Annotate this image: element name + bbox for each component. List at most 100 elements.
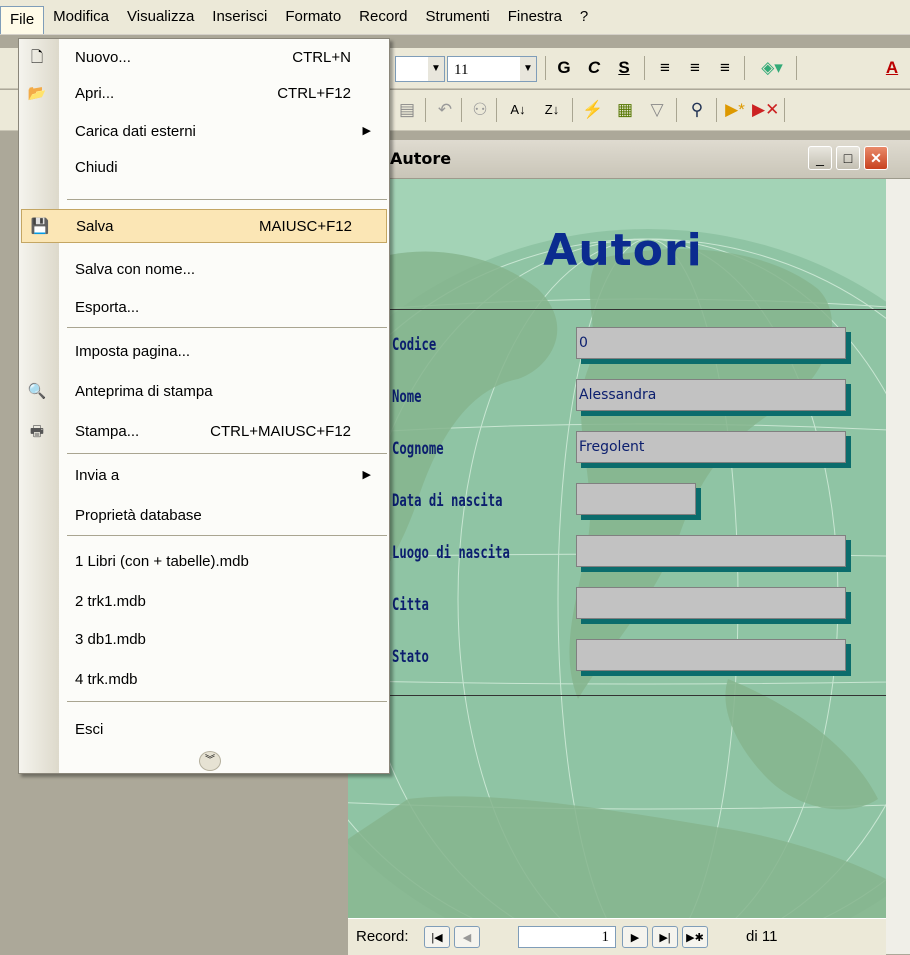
form-title-bar[interactable]: Autore _ □ ✕	[348, 140, 910, 179]
menu-strumenti[interactable]: Strumenti	[417, 4, 499, 30]
delete-record-icon[interactable]: ▶✕	[752, 98, 779, 122]
chevron-down-icon[interactable]: ▼	[428, 57, 444, 81]
menu-help[interactable]: ?	[571, 4, 597, 30]
menu-separator	[67, 199, 387, 200]
toolbar-separator	[461, 98, 462, 122]
sort-ascending-icon[interactable]: A↓	[504, 98, 532, 122]
new-record-nav-icon[interactable]: ▶✱	[682, 926, 708, 948]
menu-formato[interactable]: Formato	[276, 4, 350, 30]
menu-item-shortcut: CTRL+F12	[277, 85, 351, 102]
font-name-combo[interactable]: ▼	[395, 56, 445, 82]
toolbar-separator	[572, 98, 573, 122]
codice-input[interactable]: 0	[576, 327, 846, 359]
menu-item-recent-file[interactable]: 4 trk.mdb	[19, 663, 389, 697]
form-body: Autori Codice 0 Nome Alessandra Cognome …	[348, 179, 886, 919]
font-color-icon[interactable]: A	[880, 56, 904, 80]
menu-item-salva-con-nome[interactable]: Salva con nome...	[19, 253, 389, 287]
menu-item-recent-file[interactable]: 2 trk1.mdb	[19, 585, 389, 619]
stato-input[interactable]	[576, 639, 846, 671]
print-preview-icon: 🔍	[27, 383, 47, 400]
menu-inserisci[interactable]: Inserisci	[203, 4, 276, 30]
menu-item-apri[interactable]: 📂 Apri... CTRL+F12	[19, 77, 389, 111]
last-record-icon[interactable]: ▶|	[652, 926, 678, 948]
menu-item-chiudi[interactable]: Chiudi	[19, 151, 389, 185]
hyperlink-icon[interactable]: ⚇	[468, 98, 492, 122]
save-disk-icon: 💾	[30, 218, 50, 235]
menu-file[interactable]: File	[0, 6, 45, 34]
align-left-icon[interactable]: ≡	[652, 56, 678, 80]
menu-item-invia-a[interactable]: Invia a ▶	[19, 459, 389, 493]
menu-visualizza[interactable]: Visualizza	[118, 4, 203, 30]
font-size-combo[interactable]: 11 ▼	[447, 56, 537, 82]
paste-icon[interactable]: ▤	[395, 98, 419, 122]
fill-color-icon[interactable]: ◈▾	[752, 56, 792, 80]
citta-input[interactable]	[576, 587, 846, 619]
menu-item-label: Anteprima di stampa	[75, 383, 213, 400]
menu-item-shortcut: CTRL+MAIUSC+F12	[210, 423, 351, 440]
expand-menu-chevron-icon[interactable]: ︾	[199, 751, 221, 771]
sort-descending-icon[interactable]: Z↓	[538, 98, 566, 122]
toolbar-separator	[644, 56, 645, 80]
align-right-icon[interactable]: ≡	[712, 56, 738, 80]
file-menu-dropdown: 🗋 Nuovo... CTRL+N 📂 Apri... CTRL+F12 Car…	[18, 38, 390, 774]
undo-icon[interactable]: ↶	[433, 98, 457, 122]
menu-item-proprieta-database[interactable]: Proprietà database	[19, 499, 389, 533]
menu-item-label: Esci	[75, 721, 104, 738]
menu-modifica[interactable]: Modifica	[44, 4, 118, 30]
maximize-icon[interactable]: □	[836, 146, 860, 170]
italic-button[interactable]: C	[582, 56, 606, 80]
next-record-icon[interactable]: ▶	[622, 926, 648, 948]
menu-item-label: Invia a	[75, 467, 120, 484]
menu-item-nuovo[interactable]: 🗋 Nuovo... CTRL+N	[19, 41, 389, 75]
field-label-data-nascita: Data di nascita	[392, 491, 503, 511]
nome-input[interactable]: Alessandra	[576, 379, 846, 411]
minimize-icon[interactable]: _	[808, 146, 832, 170]
chevron-down-icon[interactable]: ▼	[520, 57, 536, 81]
close-icon[interactable]: ✕	[864, 146, 888, 170]
menu-item-shortcut: CTRL+N	[292, 49, 351, 66]
toolbar-separator	[716, 98, 717, 122]
record-total: di 11	[746, 928, 778, 945]
menu-item-label: Nuovo...	[75, 49, 131, 66]
vertical-scrollbar[interactable]	[886, 179, 910, 954]
toolbar-separator	[676, 98, 677, 122]
menu-item-esporta[interactable]: Esporta...	[19, 291, 389, 325]
menu-record[interactable]: Record	[350, 4, 416, 30]
first-record-icon[interactable]: |◀	[424, 926, 450, 948]
toolbar-separator	[496, 98, 497, 122]
underline-button[interactable]: S	[612, 56, 636, 80]
previous-record-icon[interactable]: ◀	[454, 926, 480, 948]
field-label-cognome: Cognome	[392, 439, 444, 459]
menu-item-label: Imposta pagina...	[75, 343, 191, 360]
toolbar-separator	[784, 98, 785, 122]
find-binoculars-icon[interactable]: ⚲	[684, 98, 710, 122]
apply-filter-icon[interactable]: ▽	[644, 98, 670, 122]
new-record-icon[interactable]: ▶*	[722, 98, 748, 122]
menu-item-esci[interactable]: Esci	[19, 713, 389, 747]
align-center-icon[interactable]: ≡	[682, 56, 708, 80]
bold-button[interactable]: G	[552, 56, 576, 80]
menu-item-stampa[interactable]: 🖶 Stampa... CTRL+MAIUSC+F12	[19, 415, 389, 449]
menu-item-label: 2 trk1.mdb	[75, 593, 146, 610]
menu-item-recent-file[interactable]: 1 Libri (con + tabelle).mdb	[19, 545, 389, 579]
menu-finestra[interactable]: Finestra	[499, 4, 571, 30]
menu-item-recent-file[interactable]: 3 db1.mdb	[19, 623, 389, 657]
menu-item-anteprima-stampa[interactable]: 🔍 Anteprima di stampa	[19, 375, 389, 409]
menu-bar: File Modifica Visualizza Inserisci Forma…	[0, 0, 910, 35]
menu-item-label: Chiudi	[75, 159, 118, 176]
toolbar-separator	[545, 56, 546, 80]
menu-separator	[67, 535, 387, 536]
menu-item-carica-dati-esterni[interactable]: Carica dati esterni ▶	[19, 115, 389, 149]
filter-by-selection-icon[interactable]: ⚡	[580, 98, 606, 122]
luogo-nascita-input[interactable]	[576, 535, 846, 567]
open-folder-icon: 📂	[27, 85, 47, 102]
form-window: Autore _ □ ✕ Autori Codice 0 Nome Alessa…	[348, 140, 910, 954]
cognome-input[interactable]: Fregolent	[576, 431, 846, 463]
menu-item-salva[interactable]: 💾 Salva MAIUSC+F12	[21, 209, 387, 243]
toolbar-separator	[796, 56, 797, 80]
filter-by-form-icon[interactable]: ▦	[612, 98, 638, 122]
current-record-field[interactable]: 1	[518, 926, 616, 948]
data-nascita-input[interactable]	[576, 483, 696, 515]
menu-item-imposta-pagina[interactable]: Imposta pagina...	[19, 335, 389, 369]
toolbar-separator	[425, 98, 426, 122]
